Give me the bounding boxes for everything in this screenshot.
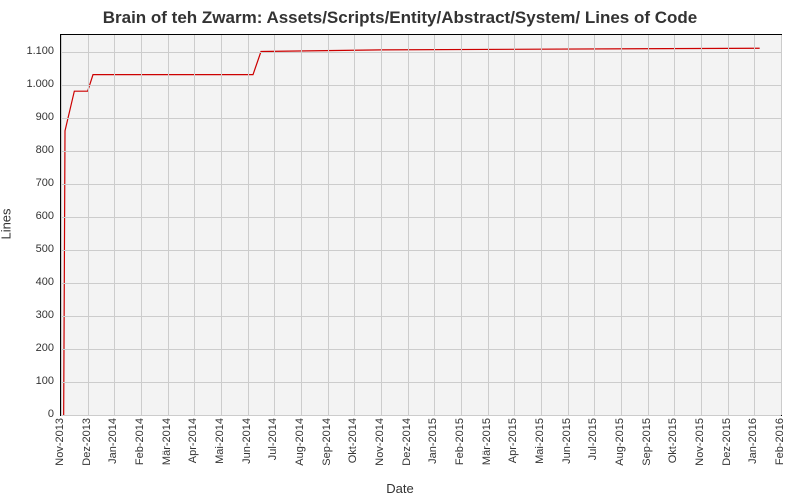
gridline-v <box>381 35 382 415</box>
x-tick-label: Feb-2014 <box>134 418 146 465</box>
x-tick-label: Jan-2015 <box>427 418 439 464</box>
gridline-v <box>114 35 115 415</box>
y-tick-label: 600 <box>10 210 54 222</box>
y-tick-label: 800 <box>10 144 54 156</box>
x-tick-label: Okt-2014 <box>347 418 359 463</box>
gridline-v <box>648 35 649 415</box>
x-tick-label: Mai-2015 <box>534 418 546 464</box>
y-tick-label: 1.100 <box>10 45 54 57</box>
y-tick-label: 200 <box>10 342 54 354</box>
x-tick-label: Feb-2016 <box>774 418 786 465</box>
gridline-h <box>61 283 781 284</box>
gridline-h <box>61 349 781 350</box>
gridline-v <box>61 35 62 415</box>
x-tick-label: Apr-2014 <box>187 418 199 463</box>
x-tick-label: Nov-2013 <box>54 418 66 466</box>
gridline-v <box>674 35 675 415</box>
x-tick-label: Mär-2015 <box>481 418 493 465</box>
x-tick-label: Apr-2015 <box>507 418 519 463</box>
x-tick-label: Dez-2013 <box>81 418 93 466</box>
y-tick-label: 400 <box>10 276 54 288</box>
gridline-h <box>61 118 781 119</box>
x-axis-label: Date <box>0 481 800 496</box>
gridline-v <box>594 35 595 415</box>
gridline-h <box>61 250 781 251</box>
x-tick-label: Okt-2015 <box>667 418 679 463</box>
y-tick-label: 100 <box>10 375 54 387</box>
x-tick-label: Dez-2015 <box>721 418 733 466</box>
gridline-h <box>61 184 781 185</box>
chart-container: Brain of teh Zwarm: Assets/Scripts/Entit… <box>0 0 800 500</box>
gridline-v <box>88 35 89 415</box>
gridline-v <box>194 35 195 415</box>
x-tick-label: Nov-2014 <box>374 418 386 466</box>
gridline-h <box>61 151 781 152</box>
gridline-v <box>568 35 569 415</box>
x-tick-label: Jul-2014 <box>267 418 279 460</box>
gridline-v <box>408 35 409 415</box>
x-tick-label: Nov-2015 <box>694 418 706 466</box>
x-tick-label: Jan-2016 <box>747 418 759 464</box>
gridline-h <box>61 415 781 416</box>
x-tick-label: Jun-2015 <box>561 418 573 464</box>
x-tick-label: Jun-2014 <box>241 418 253 464</box>
x-tick-label: Aug-2014 <box>294 418 306 466</box>
x-tick-label: Jul-2015 <box>587 418 599 460</box>
gridline-v <box>488 35 489 415</box>
y-tick-label: 700 <box>10 177 54 189</box>
gridline-v <box>221 35 222 415</box>
gridline-v <box>434 35 435 415</box>
gridline-v <box>728 35 729 415</box>
x-tick-label: Mai-2014 <box>214 418 226 464</box>
y-tick-label: 0 <box>10 408 54 420</box>
x-tick-label: Dez-2014 <box>401 418 413 466</box>
gridline-h <box>61 382 781 383</box>
plot-area <box>60 34 782 416</box>
gridline-v <box>514 35 515 415</box>
x-tick-label: Jan-2014 <box>107 418 119 464</box>
gridline-v <box>754 35 755 415</box>
gridline-v <box>168 35 169 415</box>
y-tick-label: 500 <box>10 243 54 255</box>
y-tick-label: 1.000 <box>10 78 54 90</box>
x-tick-label: Aug-2015 <box>614 418 626 466</box>
gridline-v <box>248 35 249 415</box>
x-tick-label: Sep-2015 <box>641 418 653 466</box>
gridline-v <box>781 35 782 415</box>
gridline-h <box>61 85 781 86</box>
gridline-v <box>274 35 275 415</box>
gridline-h <box>61 316 781 317</box>
gridline-v <box>461 35 462 415</box>
chart-title: Brain of teh Zwarm: Assets/Scripts/Entit… <box>0 0 800 32</box>
y-tick-label: 900 <box>10 111 54 123</box>
gridline-v <box>621 35 622 415</box>
gridline-h <box>61 217 781 218</box>
y-tick-label: 300 <box>10 309 54 321</box>
x-tick-label: Mär-2014 <box>161 418 173 465</box>
x-tick-label: Feb-2015 <box>454 418 466 465</box>
gridline-v <box>354 35 355 415</box>
gridline-v <box>701 35 702 415</box>
data-line <box>61 35 781 415</box>
gridline-h <box>61 52 781 53</box>
gridline-v <box>541 35 542 415</box>
x-tick-label: Sep-2014 <box>321 418 333 466</box>
gridline-v <box>141 35 142 415</box>
gridline-v <box>328 35 329 415</box>
gridline-v <box>301 35 302 415</box>
